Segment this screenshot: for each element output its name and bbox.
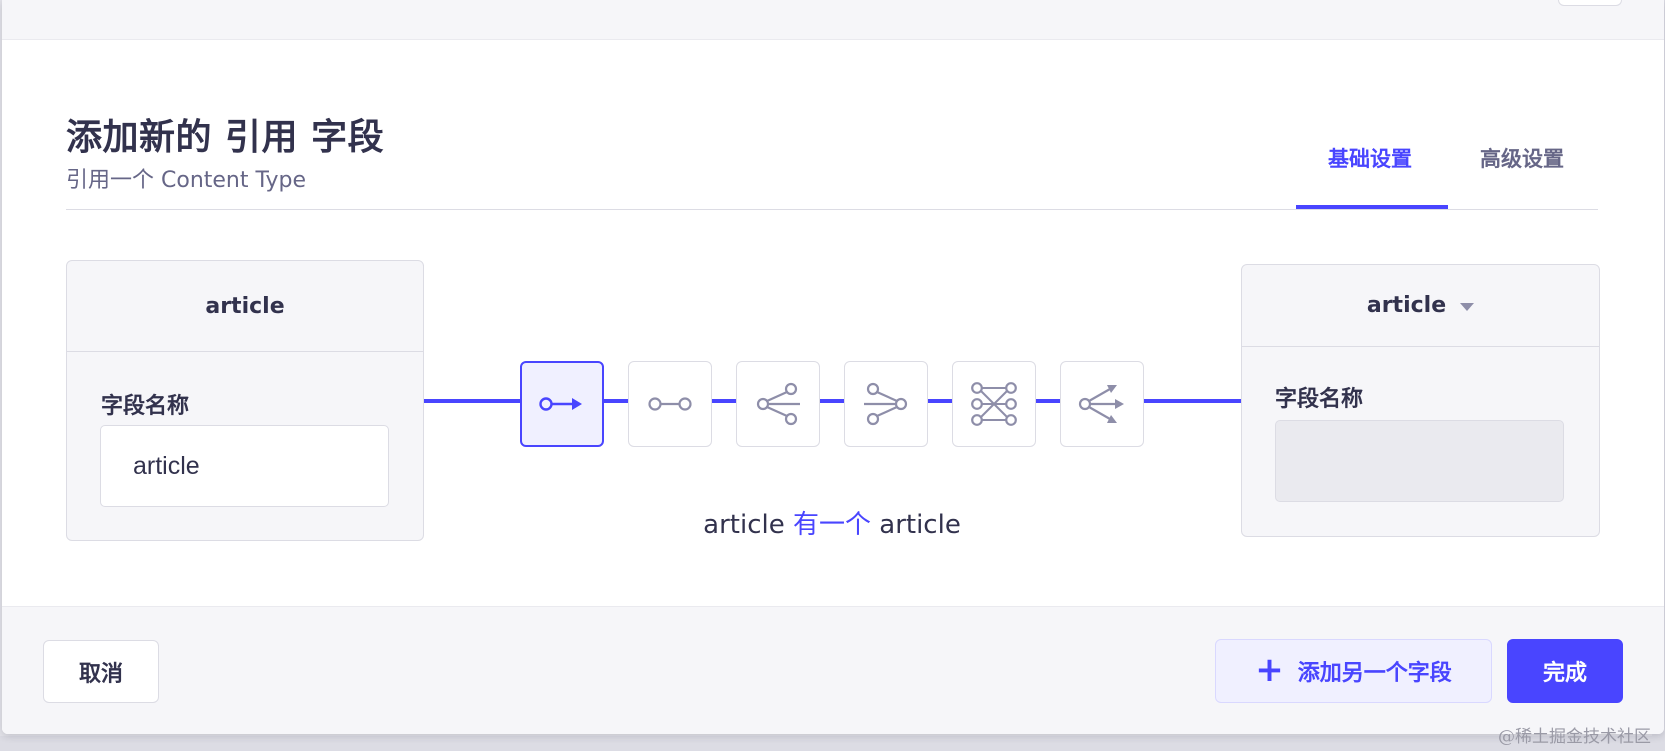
modal-subtitle: 引用一个 Content Type [66,168,307,193]
cancel-button[interactable]: 取消 [43,640,159,703]
plus-icon: + [1255,650,1284,690]
relation-many-to-many-button[interactable] [952,361,1036,447]
modal-footer: 取消 + 添加另一个字段 完成 [2,606,1664,734]
source-content-type-name: article [67,261,423,352]
modal-top-bar [2,0,1664,40]
relation-one-way-button[interactable] [520,361,604,447]
relation-field-modal: 添加新的 引用 字段 引用一个 Content Type 基础设置 高级设置 a… [2,0,1664,734]
target-field-name-label: 字段名称 [1275,387,1364,412]
modal-title: 添加新的 引用 字段 [66,117,385,158]
finish-button[interactable]: 完成 [1507,639,1623,703]
target-field-name-input[interactable] [1275,420,1564,502]
watermark: @稀土掘金技术社区 [1498,727,1651,747]
tab-advanced-settings[interactable]: 高级设置 [1480,143,1564,173]
one-to-one-icon [648,397,692,411]
add-another-field-button[interactable]: + 添加另一个字段 [1215,639,1492,703]
target-content-type-name: article [1366,293,1447,318]
relation-source-name: article [703,510,785,540]
relation-target-name: article [879,510,961,540]
relation-one-to-one-button[interactable] [628,361,712,447]
relation-type-label: 有一个 [792,510,871,540]
many-way-icon [1078,385,1124,423]
target-content-type-card: article 字段名称 [1241,264,1600,537]
tab-basic-settings[interactable]: 基础设置 [1328,143,1412,173]
many-to-many-icon [971,382,1017,426]
caret-down-icon [1460,302,1475,311]
relation-one-to-many-button[interactable] [736,361,820,447]
source-content-type-card: article 字段名称 [66,260,424,541]
one-to-many-icon [756,382,800,426]
relation-description: article 有一个 article [602,504,1062,541]
relation-many-to-one-button[interactable] [844,361,928,447]
close-button[interactable] [1558,0,1622,6]
many-to-one-icon [864,382,908,426]
target-content-type-select[interactable]: article [1242,265,1599,347]
source-field-name-label: 字段名称 [101,394,190,419]
relation-many-way-button[interactable] [1060,361,1144,447]
add-another-field-label: 添加另一个字段 [1297,661,1452,686]
one-way-icon [539,397,582,411]
backdrop-bottom [0,736,1665,751]
source-field-name-input[interactable] [100,425,389,507]
header-divider [66,209,1598,210]
